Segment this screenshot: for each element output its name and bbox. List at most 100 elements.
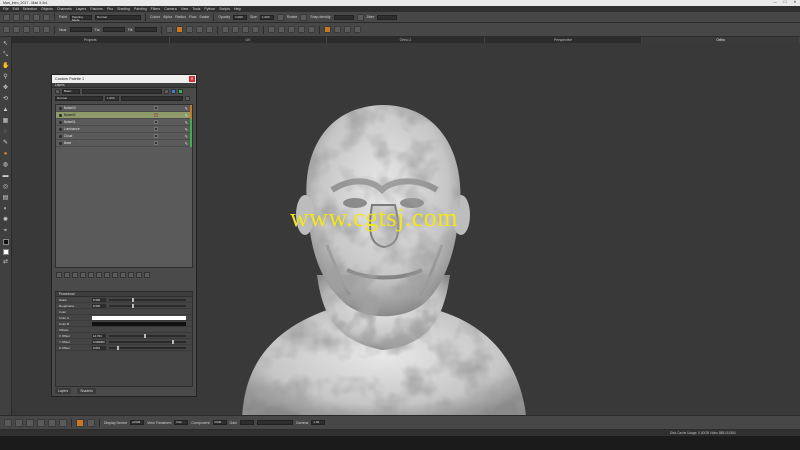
snap-density-field[interactable] [333, 14, 354, 20]
crosshair-icon[interactable] [48, 418, 56, 427]
y-offset-field[interactable]: 0.000000 [92, 339, 106, 344]
gamma-field[interactable]: 1.00 [311, 420, 326, 425]
minimize-button[interactable]: — [772, 0, 778, 4]
blend-mode-dropdown[interactable]: Normal [55, 96, 103, 101]
visibility-icon[interactable] [178, 89, 183, 94]
painting-mode-field[interactable]: Painting Mode [69, 14, 92, 21]
slider-knob[interactable] [132, 303, 135, 308]
paint-tool-icon[interactable]: ● [2, 151, 9, 158]
blend-icon[interactable] [154, 134, 158, 138]
menu-camera[interactable]: Camera [164, 7, 176, 11]
view-transform-dropdown[interactable]: Film [174, 420, 189, 425]
snap-icon[interactable] [298, 26, 306, 33]
add-layer-icon[interactable] [56, 272, 62, 278]
flat-icon[interactable] [196, 26, 204, 33]
delete-layer-icon[interactable] [144, 272, 150, 278]
menu-layers[interactable]: Layers [76, 7, 87, 11]
paint-through-icon[interactable]: ▲ [2, 107, 9, 114]
cache-icon[interactable] [128, 272, 134, 278]
eye-icon[interactable] [59, 120, 62, 124]
maximize-button[interactable]: ☐ [782, 0, 788, 4]
close-window-button[interactable]: ✕ [792, 0, 798, 4]
align-icon[interactable] [268, 26, 276, 33]
custom-palette-window[interactable]: Custom Palette 1 ✕ Layers Basic Normal 1… [51, 74, 197, 397]
material-ball-icon[interactable] [252, 26, 260, 33]
wireframe-icon[interactable] [206, 26, 214, 33]
move-icon[interactable]: ✥ [2, 85, 9, 92]
pen-icon[interactable]: ✎ [185, 134, 188, 139]
eye-icon[interactable] [59, 113, 62, 117]
menu-file[interactable]: File [3, 7, 9, 11]
swap-colors-icon[interactable]: ⇄ [2, 259, 9, 266]
menu-objects[interactable]: Objects [41, 7, 53, 11]
snap-density-icon[interactable] [300, 13, 308, 21]
jitter-icon[interactable] [356, 13, 364, 21]
z-offset-field[interactable]: 0.801 [92, 345, 106, 350]
slider-knob[interactable] [116, 345, 119, 350]
projection-icon[interactable] [3, 26, 10, 33]
grid-icon[interactable] [13, 26, 20, 33]
color-a-swatch[interactable] [92, 315, 186, 320]
lasso-icon[interactable]: ◌ [2, 129, 9, 136]
palette-title-bar[interactable]: Custom Palette 1 ✕ [52, 75, 196, 83]
slider-knob[interactable] [132, 297, 135, 302]
active-camera-icon[interactable] [76, 418, 84, 427]
x-offset-field[interactable]: 12.764 [92, 333, 106, 338]
gradient-icon[interactable]: ▤ [2, 195, 9, 202]
smear-icon[interactable]: ✺ [2, 217, 9, 224]
layer-base[interactable]: Base ✎ [56, 140, 192, 147]
lighting-icon[interactable] [232, 26, 240, 33]
channel-dropdown[interactable]: Basic [62, 89, 80, 94]
layer-luminance[interactable]: Luminance ✎ [56, 126, 192, 133]
duplicate-layer-icon[interactable] [104, 272, 110, 278]
pen-icon[interactable]: ✎ [185, 141, 188, 146]
foreground-color-swatch[interactable] [2, 239, 9, 245]
pen-icon[interactable]: ✎ [185, 106, 188, 111]
gain-field[interactable] [239, 420, 254, 425]
background-color-swatch[interactable] [2, 249, 9, 255]
layer-noise01[interactable]: Noise01 ✎ [56, 119, 192, 126]
picker-icon[interactable]: ⌖ [2, 228, 9, 235]
blend-icon[interactable] [154, 127, 158, 131]
scale-field[interactable]: 0.500 [92, 297, 106, 302]
checker-icon[interactable] [23, 26, 30, 33]
slider-knob[interactable] [143, 333, 146, 338]
clone-icon[interactable]: ◎ [2, 184, 9, 191]
opacity-slider[interactable] [121, 96, 183, 101]
screenshot-icon[interactable] [87, 418, 95, 427]
slider-knob[interactable] [172, 339, 175, 344]
scale-slider[interactable] [109, 297, 186, 302]
airbrush-icon[interactable]: ◍ [2, 162, 9, 169]
component-dropdown[interactable]: RGB [212, 420, 227, 425]
blend-icon[interactable] [154, 120, 158, 124]
roughness-field[interactable]: 0.500 [92, 303, 106, 308]
size-field[interactable]: 1.000 [259, 14, 274, 20]
menu-scripts[interactable]: Scripts [219, 7, 230, 11]
frame-icon[interactable] [59, 418, 67, 427]
save-icon[interactable] [23, 13, 30, 21]
menu-channels[interactable]: Channels [57, 7, 72, 11]
colors-label[interactable]: Colors [150, 15, 160, 19]
menu-view[interactable]: View [181, 7, 189, 11]
mirror-icon[interactable] [278, 26, 286, 33]
undo-bottom-icon[interactable] [4, 418, 12, 427]
eye-icon[interactable] [59, 134, 62, 138]
pen-icon[interactable]: ✎ [185, 127, 188, 132]
add-icon[interactable] [171, 89, 176, 94]
rotate-view-icon[interactable]: ⟲ [2, 96, 9, 103]
color-b-swatch[interactable] [92, 321, 186, 326]
tab-layers[interactable]: Layers [55, 388, 72, 394]
redo-icon[interactable] [43, 13, 50, 21]
eye-icon[interactable] [59, 127, 62, 131]
blur-icon[interactable]: ◐ [2, 206, 9, 213]
menu-painting[interactable]: Painting [134, 7, 147, 11]
grid-tool-icon[interactable]: ▦ [2, 118, 9, 125]
eye-icon[interactable] [59, 106, 62, 110]
add-procedural-icon[interactable] [64, 272, 70, 278]
bake-icon[interactable] [334, 26, 342, 33]
mask-layer-icon[interactable] [88, 272, 94, 278]
radius-label[interactable]: Radius [175, 15, 186, 19]
down-arrow-icon[interactable] [26, 418, 34, 427]
display-device-dropdown[interactable]: sRGB [130, 420, 145, 425]
eraser-icon[interactable]: ▬ [2, 173, 9, 180]
